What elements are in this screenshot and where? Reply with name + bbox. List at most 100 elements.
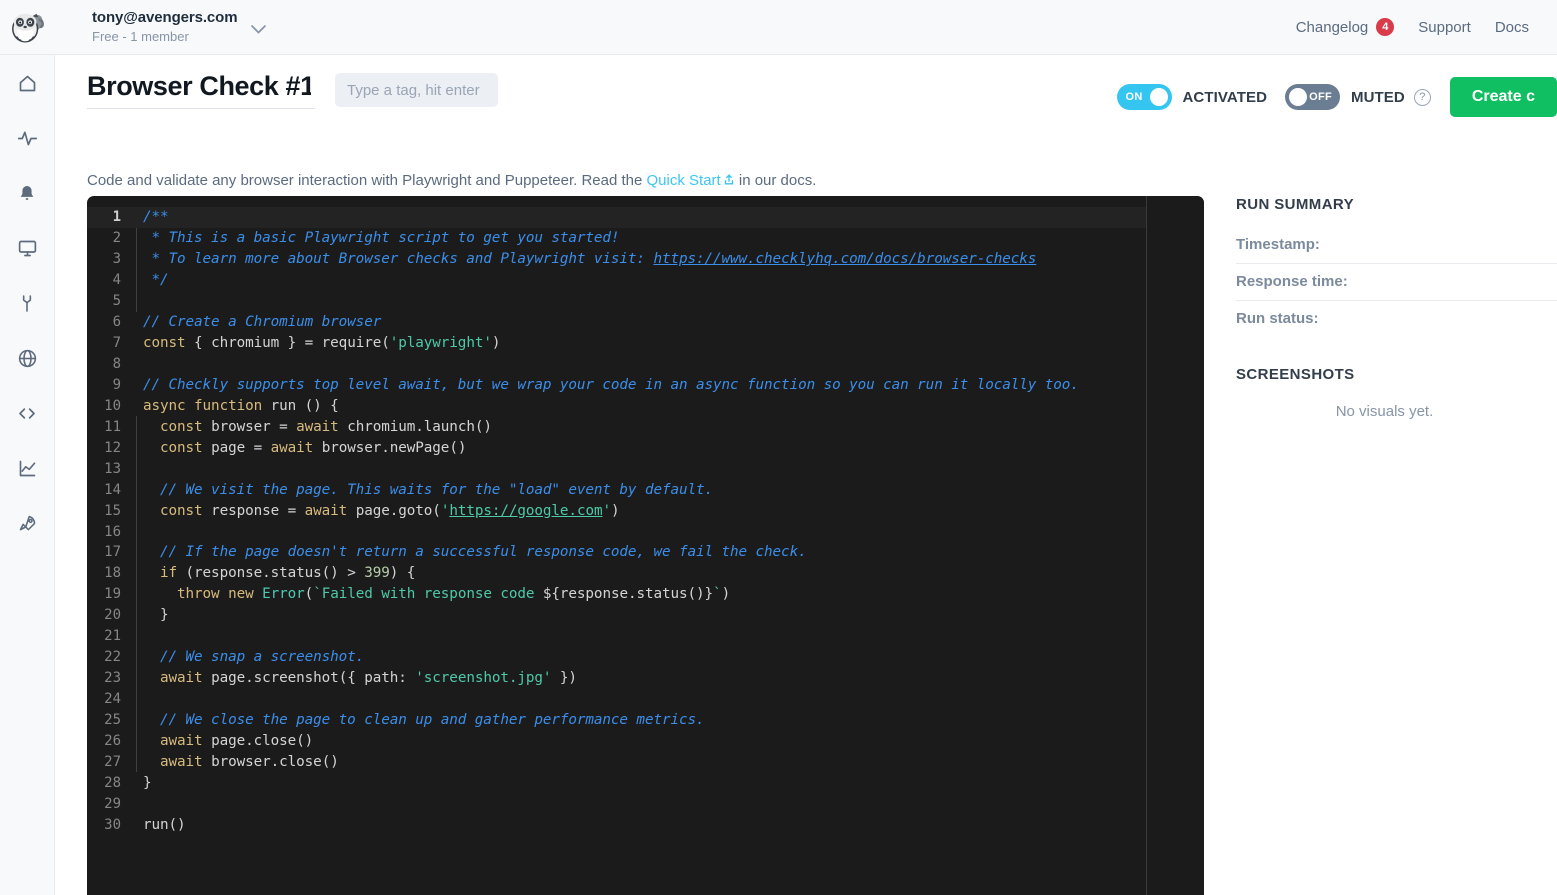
create-check-button[interactable]: Create c xyxy=(1450,77,1557,117)
sidebar-item-api[interactable] xyxy=(0,398,54,428)
nav-support[interactable]: Support xyxy=(1418,19,1471,36)
changelog-badge: 4 xyxy=(1376,18,1394,36)
code-editor[interactable]: 1/**2 * This is a basic Playwright scrip… xyxy=(87,196,1204,895)
line-number: 5 xyxy=(87,293,136,309)
code-line[interactable]: 9// Checkly supports top level await, bu… xyxy=(87,375,1204,396)
header-controls: ON ACTIVATED OFF MUTED ? Create c xyxy=(1117,77,1557,117)
code-line[interactable]: 18 if (response.status() > 399) { xyxy=(87,563,1204,584)
tag-input[interactable] xyxy=(335,73,498,107)
line-number: 2 xyxy=(87,230,136,246)
bell-icon xyxy=(17,183,37,204)
code-line[interactable]: 20 } xyxy=(87,605,1204,626)
check-title-input[interactable] xyxy=(87,71,315,109)
indent-guide xyxy=(136,228,143,249)
line-number: 17 xyxy=(87,544,136,560)
toggle-knob xyxy=(1289,88,1307,106)
line-number: 15 xyxy=(87,503,136,519)
sidebar-item-deploy[interactable] xyxy=(0,508,54,538)
activated-toggle[interactable]: ON xyxy=(1117,84,1172,110)
summary-row-run-status: Run status: xyxy=(1236,301,1557,337)
indent-guide xyxy=(136,605,143,626)
code-line[interactable]: 1/** xyxy=(87,207,1204,228)
code-line[interactable]: 26 await page.close() xyxy=(87,730,1204,751)
line-number: 19 xyxy=(87,586,136,602)
code-line[interactable]: 30run() xyxy=(87,814,1204,835)
code-line[interactable]: 8 xyxy=(87,354,1204,375)
sidebar-item-locations[interactable] xyxy=(0,343,54,373)
code-line[interactable]: 3 * To learn more about Browser checks a… xyxy=(87,249,1204,270)
code-text: async function run () { xyxy=(143,398,339,414)
indent-guide xyxy=(136,668,143,689)
code-line[interactable]: 4 */ xyxy=(87,270,1204,291)
code-line[interactable]: 15 const response = await page.goto('htt… xyxy=(87,500,1204,521)
code-line[interactable]: 27 await browser.close() xyxy=(87,751,1204,772)
code-text: const { chromium } = require('playwright… xyxy=(143,335,500,351)
sidebar-item-reporting[interactable] xyxy=(0,453,54,483)
code-line[interactable]: 23 await page.screenshot({ path: 'screen… xyxy=(87,668,1204,689)
indent-guide xyxy=(136,563,143,584)
code-line[interactable]: 22 // We snap a screenshot. xyxy=(87,647,1204,668)
sidebar-item-home[interactable] xyxy=(0,68,54,98)
code-editor-lines: 1/**2 * This is a basic Playwright scrip… xyxy=(87,196,1204,895)
screenshots-heading: SCREENSHOTS xyxy=(1236,366,1557,383)
line-number: 21 xyxy=(87,628,136,644)
sidebar-item-activity[interactable] xyxy=(0,123,54,153)
code-line[interactable]: 12 const page = await browser.newPage() xyxy=(87,437,1204,458)
code-line[interactable]: 19 throw new Error(`Failed with response… xyxy=(87,584,1204,605)
code-line[interactable]: 7const { chromium } = require('playwrigh… xyxy=(87,333,1204,354)
code-line[interactable]: 17 // If the page doesn't return a succe… xyxy=(87,542,1204,563)
code-line[interactable]: 24 xyxy=(87,689,1204,710)
line-number: 10 xyxy=(87,398,136,414)
code-text: // We snap a screenshot. xyxy=(143,649,364,665)
code-text: throw new Error(`Failed with response co… xyxy=(143,586,730,602)
app-logo[interactable] xyxy=(0,0,55,55)
code-line[interactable]: 14 // We visit the page. This waits for … xyxy=(87,479,1204,500)
code-line[interactable]: 28} xyxy=(87,772,1204,793)
code-text: // We close the page to clean up and gat… xyxy=(143,712,705,728)
code-line[interactable]: 6 // Create a Chromium browser xyxy=(87,312,1204,333)
question-mark-icon[interactable]: ? xyxy=(1414,89,1431,106)
line-number: 9 xyxy=(87,377,136,393)
muted-toggle[interactable]: OFF xyxy=(1285,84,1340,110)
indent-guide xyxy=(136,249,143,270)
code-text: } xyxy=(143,775,152,791)
account-email: tony@avengers.com xyxy=(92,8,237,27)
code-text: if (response.status() > 399) { xyxy=(143,565,415,581)
monitor-icon xyxy=(17,238,38,259)
indent-guide xyxy=(136,521,143,542)
external-link-icon[interactable] xyxy=(723,173,735,190)
code-line[interactable]: 10 async function run () { xyxy=(87,395,1204,416)
code-line[interactable]: 16 xyxy=(87,521,1204,542)
code-text: * This is a basic Playwright script to g… xyxy=(143,230,619,246)
indent-guide xyxy=(136,542,143,563)
left-sidebar xyxy=(0,55,55,895)
code-line[interactable]: 29 xyxy=(87,793,1204,814)
sidebar-item-monitoring[interactable] xyxy=(0,233,54,263)
code-text: // We visit the page. This waits for the… xyxy=(143,482,713,498)
top-nav: Changelog 4 Support Docs xyxy=(1296,18,1557,36)
line-number: 6 xyxy=(87,314,136,330)
code-line[interactable]: 11 const browser = await chromium.launch… xyxy=(87,416,1204,437)
code-text: await browser.close() xyxy=(143,754,339,770)
indent-guide xyxy=(136,710,143,731)
code-line[interactable]: 25 // We close the page to clean up and … xyxy=(87,710,1204,731)
code-line[interactable]: 2 * This is a basic Playwright script to… xyxy=(87,228,1204,249)
indent-guide xyxy=(136,291,143,312)
line-number: 12 xyxy=(87,440,136,456)
editor-minimap[interactable] xyxy=(1146,196,1204,895)
account-switcher[interactable]: tony@avengers.com Free - 1 member xyxy=(92,8,266,46)
chevron-down-icon[interactable] xyxy=(251,21,266,39)
nav-docs[interactable]: Docs xyxy=(1495,19,1529,36)
code-line[interactable]: 21 xyxy=(87,626,1204,647)
nav-changelog-label: Changelog xyxy=(1296,19,1369,36)
sidebar-item-maintenance[interactable] xyxy=(0,288,54,318)
indent-guide xyxy=(136,751,143,772)
nav-changelog[interactable]: Changelog 4 xyxy=(1296,18,1395,36)
sidebar-item-alerts[interactable] xyxy=(0,178,54,208)
code-text: // Create a Chromium browser xyxy=(143,314,381,330)
line-chart-icon xyxy=(17,458,38,479)
code-text: const page = await browser.newPage() xyxy=(143,440,466,456)
quick-start-link[interactable]: Quick Start xyxy=(647,172,721,189)
code-line[interactable]: 5 xyxy=(87,291,1204,312)
code-line[interactable]: 13 xyxy=(87,458,1204,479)
